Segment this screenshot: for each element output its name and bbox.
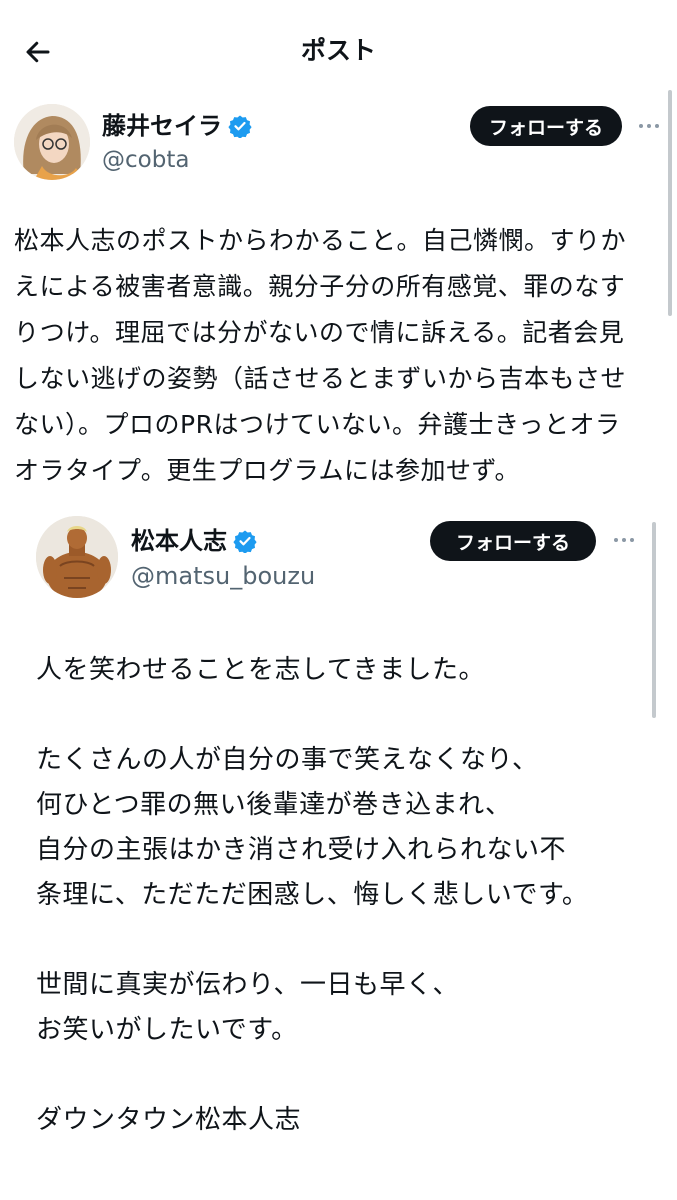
post-text-line: ない）。プロのPRはつけていない。弁護士きっとオラ [14, 410, 621, 439]
verified-badge-icon [228, 115, 252, 138]
post-text-line: りつけ。理屈では分がないので情に訴える。記者会見 [14, 318, 625, 347]
quoted-text-line [36, 693, 656, 738]
quoted-author-display-name[interactable]: 松本人志 [131, 525, 227, 557]
quoted-avatar[interactable] [36, 516, 118, 598]
quoted-profile-photo [36, 516, 118, 598]
profile-photo [14, 104, 90, 180]
post-text-line: えによる被害者意識。親分子分の所有感覚、罪のなす [14, 272, 626, 301]
quoted-text-line: お笑いがしたいです。 [36, 1015, 298, 1045]
quoted-text-line [36, 918, 656, 963]
avatar[interactable] [14, 104, 90, 180]
post-body: 松本人志のポストからわかること。自己憐憫。すりか えによる被害者意識。親分子分の… [14, 218, 664, 494]
quoted-text-line: 世間に真実が伝わり、一日も早く、 [36, 970, 459, 1000]
author-display-name[interactable]: 藤井セイラ [102, 110, 222, 142]
author-name-row[interactable]: 藤井セイラ [102, 110, 252, 142]
quoted-author-name-row[interactable]: 松本人志 [131, 525, 257, 557]
follow-button[interactable]: フォローする [470, 106, 622, 146]
top-bar: ポスト [0, 0, 677, 100]
verified-badge-icon [233, 530, 257, 553]
quoted-text-line: 何ひとつ罪の無い後輩達が巻き込まれ、 [36, 790, 512, 820]
quoted-text-line: たくさんの人が自分の事で笑えなくなり、 [36, 745, 539, 775]
page-title: ポスト [300, 36, 376, 65]
quoted-text-line [36, 1053, 656, 1098]
more-horizontal-icon[interactable] [614, 538, 634, 542]
quoted-follow-button[interactable]: フォローする [430, 521, 596, 561]
post-text-line: しない逃げの姿勢（話させるとまずいから吉本もさせ [14, 364, 627, 393]
page-scrollbar[interactable] [668, 90, 672, 316]
quoted-post-body: 人を笑わせることを志してきました。 たくさんの人が自分の事で笑えなくなり、 何ひ… [36, 648, 656, 1143]
post-text-line: 松本人志のポストからわかること。自己憐憫。すりか [14, 226, 627, 255]
quoted-text-line: 人を笑わせることを志してきました。 [36, 655, 485, 685]
quoted-scrollbar[interactable] [652, 522, 656, 718]
quoted-text-line: 条理に、ただただ困惑し、悔しく悲しいです。 [36, 880, 589, 910]
quoted-text-line: 自分の主張はかき消され受け入れられない不 [36, 835, 567, 865]
quoted-text-line: ダウンタウン松本人志 [36, 1105, 302, 1135]
post-text-line: オラタイプ。更生プログラムには参加せず。 [14, 456, 521, 485]
author-handle[interactable]: @cobta [102, 145, 189, 175]
more-horizontal-icon[interactable] [639, 124, 659, 128]
quoted-author-handle[interactable]: @matsu_bouzu [131, 560, 315, 592]
